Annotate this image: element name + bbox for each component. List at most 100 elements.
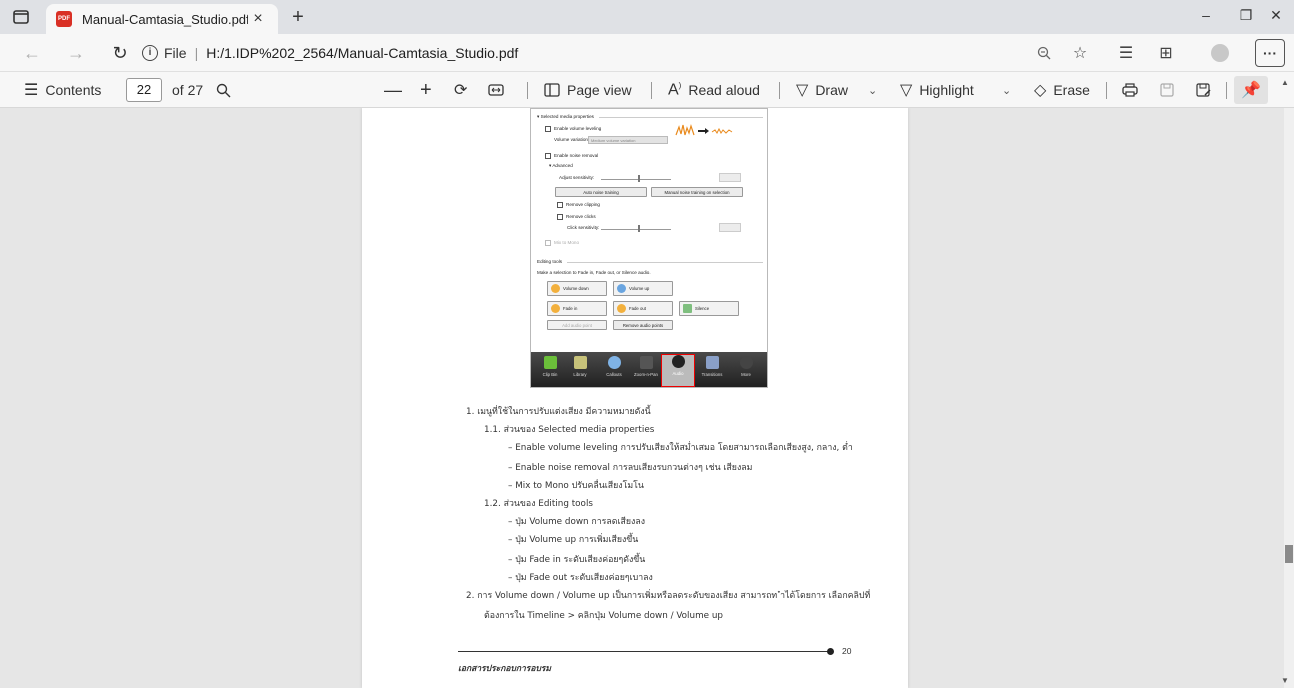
refresh-button[interactable]: ↻ xyxy=(106,40,134,66)
save-button[interactable] xyxy=(1160,72,1174,108)
browser-tab[interactable]: PDF Manual-Camtasia_Studio.pdf × xyxy=(46,4,278,34)
scrollbar-thumb[interactable] xyxy=(1285,545,1293,563)
read-aloud-icon: A) xyxy=(668,80,682,99)
fig-fade-in-button: Fade in xyxy=(547,301,607,316)
fig-fade-out-button: Fade out xyxy=(613,301,673,316)
print-button[interactable] xyxy=(1122,72,1138,108)
read-aloud-label: Read aloud xyxy=(688,82,760,98)
fig-divider xyxy=(567,262,763,263)
add-favorite-button[interactable]: ☆ xyxy=(1066,40,1094,66)
erase-button[interactable]: ◇ Erase xyxy=(1034,72,1090,108)
fig-label: Remove clipping xyxy=(566,202,600,207)
read-aloud-button[interactable]: A) Read aloud xyxy=(668,72,760,108)
toolbar-divider xyxy=(651,82,652,99)
content-line: – ปุ่ม Fade out ระดับเสียงค่อยๆเบาลง xyxy=(508,573,653,583)
footer-rule xyxy=(458,651,830,652)
profile-button[interactable] xyxy=(1206,40,1234,66)
highlight-button[interactable]: ▽ Highlight xyxy=(900,72,974,108)
highlight-dropdown[interactable]: ⌄ xyxy=(1002,72,1011,108)
fig-checkbox xyxy=(545,126,551,132)
fig-button: Auto noise training xyxy=(555,187,647,197)
toolbar-divider xyxy=(1106,82,1107,99)
collections-icon: ⊞ xyxy=(1159,45,1173,62)
find-button[interactable] xyxy=(216,72,231,108)
vertical-scrollbar[interactable] xyxy=(1284,108,1294,688)
footer-title: เอกสารประกอบการอบรม xyxy=(458,663,552,673)
fig-slider-thumb xyxy=(638,175,640,182)
silence-icon xyxy=(683,304,692,313)
draw-button[interactable]: ▽ Draw xyxy=(796,72,848,108)
tab-title: Manual-Camtasia_Studio.pdf xyxy=(82,11,248,27)
tab-close-button[interactable]: × xyxy=(248,10,268,28)
fig-section-heading: ▾ Selected media properties xyxy=(537,114,594,119)
scroll-down-arrow-icon[interactable]: ▼ xyxy=(1281,676,1289,685)
fig-remove-audio-points-button: Remove audio points xyxy=(613,320,673,330)
rotate-icon: ⟳ xyxy=(454,82,468,99)
pdf-viewport[interactable]: ▾ Selected media properties Enable volum… xyxy=(0,108,1294,688)
print-icon xyxy=(1122,83,1138,97)
forward-arrow-icon: → xyxy=(67,42,85,63)
tab-actions-button[interactable] xyxy=(12,8,30,26)
rotate-button[interactable]: ⟳ xyxy=(454,72,467,108)
save-as-icon xyxy=(1196,83,1211,97)
ellipsis-icon: ··· xyxy=(1263,45,1277,61)
star-add-icon: ☆ xyxy=(1072,45,1088,62)
url-text[interactable]: H:/1.IDP%202_2564/Manual-Camtasia_Studio… xyxy=(206,45,518,61)
fit-width-icon xyxy=(488,84,504,96)
dock-library: Library xyxy=(565,356,595,386)
fig-silence-button: Silence xyxy=(679,301,739,316)
fade-out-icon xyxy=(617,304,626,313)
content-line: – Enable noise removal การลบเสียงรบกวนต่… xyxy=(508,463,753,473)
eraser-icon: ◇ xyxy=(1034,82,1047,99)
contents-label: Contents xyxy=(45,82,102,98)
draw-dropdown[interactable]: ⌄ xyxy=(868,72,877,108)
zoom-out-button[interactable]: — xyxy=(384,72,402,108)
dock-zoom-n-pan: Zoom-n-Pan xyxy=(631,356,661,386)
footer-dot xyxy=(827,648,834,655)
content-line: 1.1. ส่วนของ Selected media properties xyxy=(484,425,655,435)
zoom-button[interactable] xyxy=(1030,40,1058,66)
fig-divider xyxy=(599,117,763,118)
draw-pen-icon: ▽ xyxy=(796,82,809,99)
fig-label: Make a selection to Fade in, Fade out, o… xyxy=(537,270,651,275)
favorites-button[interactable]: ☰ xyxy=(1112,40,1140,66)
content-line: 1.2. ส่วนของ Editing tools xyxy=(484,499,593,509)
page-view-label: Page view xyxy=(567,82,632,98)
close-window-button[interactable]: ✕ xyxy=(1254,0,1294,30)
waveform-icon xyxy=(675,123,733,136)
address-field[interactable]: i File | H:/1.IDP%202_2564/Manual-Camtas… xyxy=(142,39,1012,67)
zoom-in-button[interactable]: + xyxy=(420,72,432,108)
contents-button[interactable]: ☰ Contents xyxy=(24,72,101,108)
pin-toolbar-button[interactable]: 📌 xyxy=(1234,76,1268,104)
page-number-input[interactable]: 22 xyxy=(126,78,162,102)
fit-width-button[interactable] xyxy=(488,72,504,108)
contents-list-icon: ☰ xyxy=(24,82,39,99)
collections-button[interactable]: ⊞ xyxy=(1152,40,1180,66)
fig-select: Medium volume variation xyxy=(588,136,668,144)
dock-callouts: Callouts xyxy=(599,356,629,386)
camtasia-screenshot-figure: ▾ Selected media properties Enable volum… xyxy=(530,108,768,388)
save-as-button[interactable] xyxy=(1196,72,1212,108)
scroll-up-arrow-icon[interactable]: ▲ xyxy=(1281,78,1289,87)
volume-down-icon xyxy=(551,284,560,293)
settings-more-button[interactable]: ··· xyxy=(1255,39,1285,67)
fig-label: Click sensitivity: xyxy=(567,225,600,230)
content-line: – Enable volume leveling การปรับเสียงให้… xyxy=(508,443,853,453)
fig-checkbox xyxy=(545,153,551,159)
avatar xyxy=(1211,44,1229,62)
highlighter-icon: ▽ xyxy=(900,82,913,99)
back-button[interactable]: ← xyxy=(18,40,46,66)
fig-field xyxy=(719,173,741,182)
plus-icon: + xyxy=(420,78,432,101)
info-icon[interactable]: i xyxy=(142,45,158,61)
page-view-button[interactable]: Page view xyxy=(544,72,632,108)
fig-section-heading: Editing tools xyxy=(537,259,563,264)
fig-checkbox xyxy=(557,202,563,208)
url-scheme: File xyxy=(164,45,187,61)
minimize-button[interactable]: – xyxy=(1184,0,1228,30)
forward-button[interactable]: → xyxy=(62,40,90,66)
content-line: ต้องการใน Timeline > คลิกปุ่ม Volume dow… xyxy=(484,611,724,621)
address-bar-row: ← → ↻ i File | H:/1.IDP%202_2564/Manual-… xyxy=(0,34,1294,72)
new-tab-button[interactable]: + xyxy=(286,6,310,28)
favorites-icon: ☰ xyxy=(1118,45,1134,62)
